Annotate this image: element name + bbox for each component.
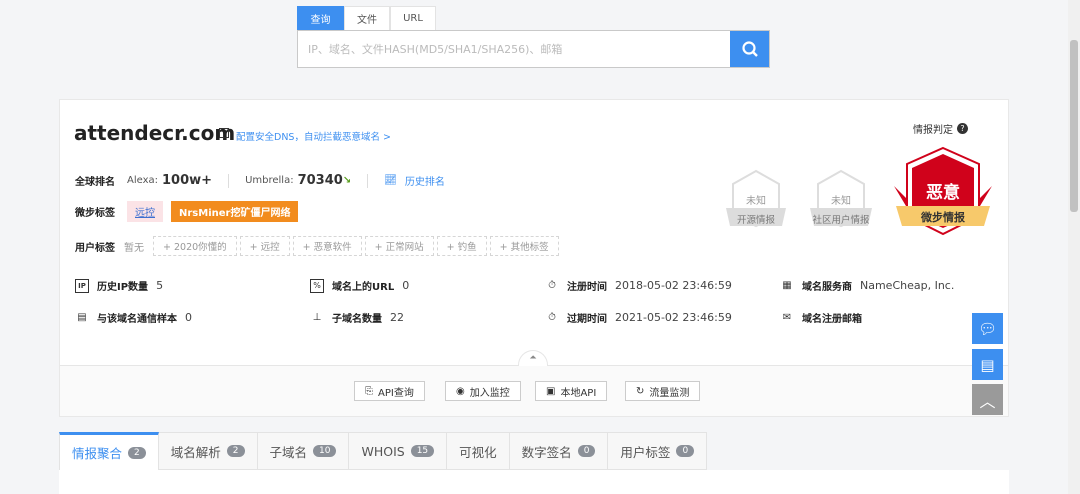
tab-visualize[interactable]: 可视化 [447, 432, 510, 470]
tab-dns[interactable]: 域名解析 2 [158, 432, 258, 470]
registrar-icon: ▦ [782, 280, 792, 291]
sitemap-icon: ⊥ [312, 312, 322, 323]
help-icon[interactable]: ? [957, 123, 968, 134]
threatbook-label: 微步情报 [921, 211, 965, 224]
urls-value[interactable]: 0 [402, 279, 409, 292]
reg-time-label: 注册时间 [567, 282, 607, 293]
scrollbar-thumb[interactable] [1070, 40, 1078, 212]
tag-nrsminer[interactable]: NrsMiner挖矿僵尸网络 [171, 201, 299, 222]
tab-subdomains[interactable]: 子域名 10 [257, 432, 350, 470]
user-tag-add[interactable]: + 正常网站 [364, 236, 434, 256]
tab-intel[interactable]: 情报聚合 2 [59, 432, 159, 470]
refresh-icon: ↻ [636, 385, 645, 397]
subdomains-value[interactable]: 22 [390, 311, 404, 324]
chip-icon: ▣ [546, 385, 556, 397]
domain-name: attendecr.com [74, 121, 236, 145]
exp-time-label: 过期时间 [567, 314, 607, 325]
copy-icon[interactable] [219, 128, 229, 138]
user-tag-add[interactable]: + 其他标签 [489, 236, 559, 256]
history-ranking-link[interactable]: 历史排名 [405, 173, 445, 188]
webcam-icon: ◉ [456, 385, 465, 397]
tags-label: 微步标签 [75, 208, 115, 219]
history-ip-value[interactable]: 5 [156, 279, 163, 292]
user-tag-add[interactable]: + 恶意软件 [292, 236, 362, 256]
search-bar [297, 30, 770, 68]
back-to-top-button[interactable]: ︿ [972, 384, 1003, 415]
chevron-up-icon: ︿ [979, 391, 996, 411]
reg-time-value: 2018-05-02 23:46:59 [615, 279, 732, 292]
alexa-value: 100w+ [162, 173, 213, 188]
urls-label: 域名上的URL [332, 282, 395, 293]
open-source-value: 未知 [746, 196, 766, 207]
alexa-label: Alexa: [127, 175, 159, 186]
search-tab-query[interactable]: 查询 [297, 6, 344, 30]
mail-icon: ✉︎ [782, 312, 792, 323]
registrar-label: 域名服务商 [802, 282, 852, 293]
scrollbar[interactable] [1068, 0, 1080, 494]
history-ip-label: 历史IP数量 [97, 282, 149, 293]
verdict-title: 情报判定 [913, 125, 953, 136]
community-label: 社区用户情报 [812, 215, 870, 226]
search-input[interactable] [298, 31, 730, 67]
ip-icon: IP [75, 278, 89, 293]
search-tab-file[interactable]: 文件 [344, 6, 390, 30]
trend-down-icon: ↘ [342, 175, 352, 186]
document-icon: ▤ [77, 312, 87, 323]
feedback-button[interactable]: ▤ [972, 349, 1003, 380]
traffic-monitor-button[interactable]: ↻ 流量监测 [625, 381, 701, 401]
tab-user-tags[interactable]: 用户标签 0 [608, 432, 708, 470]
chat-icon: ▤ [980, 355, 995, 374]
search-tab-url[interactable]: URL [390, 6, 436, 30]
reg-email-label: 域名注册邮箱 [802, 314, 862, 325]
community-value: 未知 [831, 196, 851, 207]
traffic-monitor-label: 流量监测 [649, 387, 690, 399]
stopwatch-icon: ⏱︎ [548, 280, 556, 291]
local-api-label: 本地API [560, 387, 597, 399]
open-source-label: 开源情报 [736, 215, 775, 226]
search-button[interactable] [730, 31, 769, 67]
user-tag-add[interactable]: + 钓鱼 [436, 236, 487, 256]
chart-icon: 📈︎ [384, 175, 397, 186]
search-icon [741, 41, 758, 57]
add-monitor-button[interactable]: ◉ 加入监控 [445, 381, 521, 401]
link-icon: % [310, 278, 324, 293]
registrar-value: NameCheap, Inc. [860, 279, 955, 292]
ranking-label: 全球排名 [75, 177, 115, 188]
samples-value[interactable]: 0 [185, 311, 192, 324]
dns-link[interactable]: 配置安全DNS，自动拦截恶意域名 > [236, 129, 391, 143]
user-tag-add[interactable]: + 远控 [239, 236, 290, 256]
local-api-button[interactable]: ▣ 本地API [535, 381, 608, 401]
api-query-button[interactable]: ⎘ API查询 [354, 381, 425, 401]
exp-time-value: 2021-05-02 23:46:59 [615, 311, 732, 324]
api-query-label: API查询 [378, 387, 414, 399]
umbrella-label: Umbrella: [245, 175, 294, 186]
tab-signature[interactable]: 数字签名 0 [509, 432, 609, 470]
user-tags-label: 用户标签 [75, 242, 115, 254]
result-tabs: 情报聚合 2 域名解析 2 子域名 10 WHOIS 15 可视化 数字签名 0 用户标签… [59, 432, 708, 470]
wechat-icon: 💬︎ [977, 319, 998, 338]
samples-label: 与该域名通信样本 [97, 314, 177, 325]
add-monitor-label: 加入监控 [469, 387, 510, 399]
api-query-icon: ⎘ [365, 385, 373, 397]
user-tags-none: 暂无 [124, 242, 144, 254]
umbrella-value: 70340 [297, 173, 343, 188]
threatbook-value: 恶意 [926, 183, 960, 203]
tag-remote-control[interactable]: 远控 [127, 201, 163, 222]
wechat-button[interactable]: 💬︎ [972, 313, 1003, 344]
expire-timer-icon: ⏱︎ [548, 312, 556, 323]
tab-whois[interactable]: WHOIS 15 [349, 432, 448, 470]
user-tag-add[interactable]: + 2020你懂的 [153, 236, 237, 256]
subdomains-label: 子域名数量 [332, 314, 382, 325]
